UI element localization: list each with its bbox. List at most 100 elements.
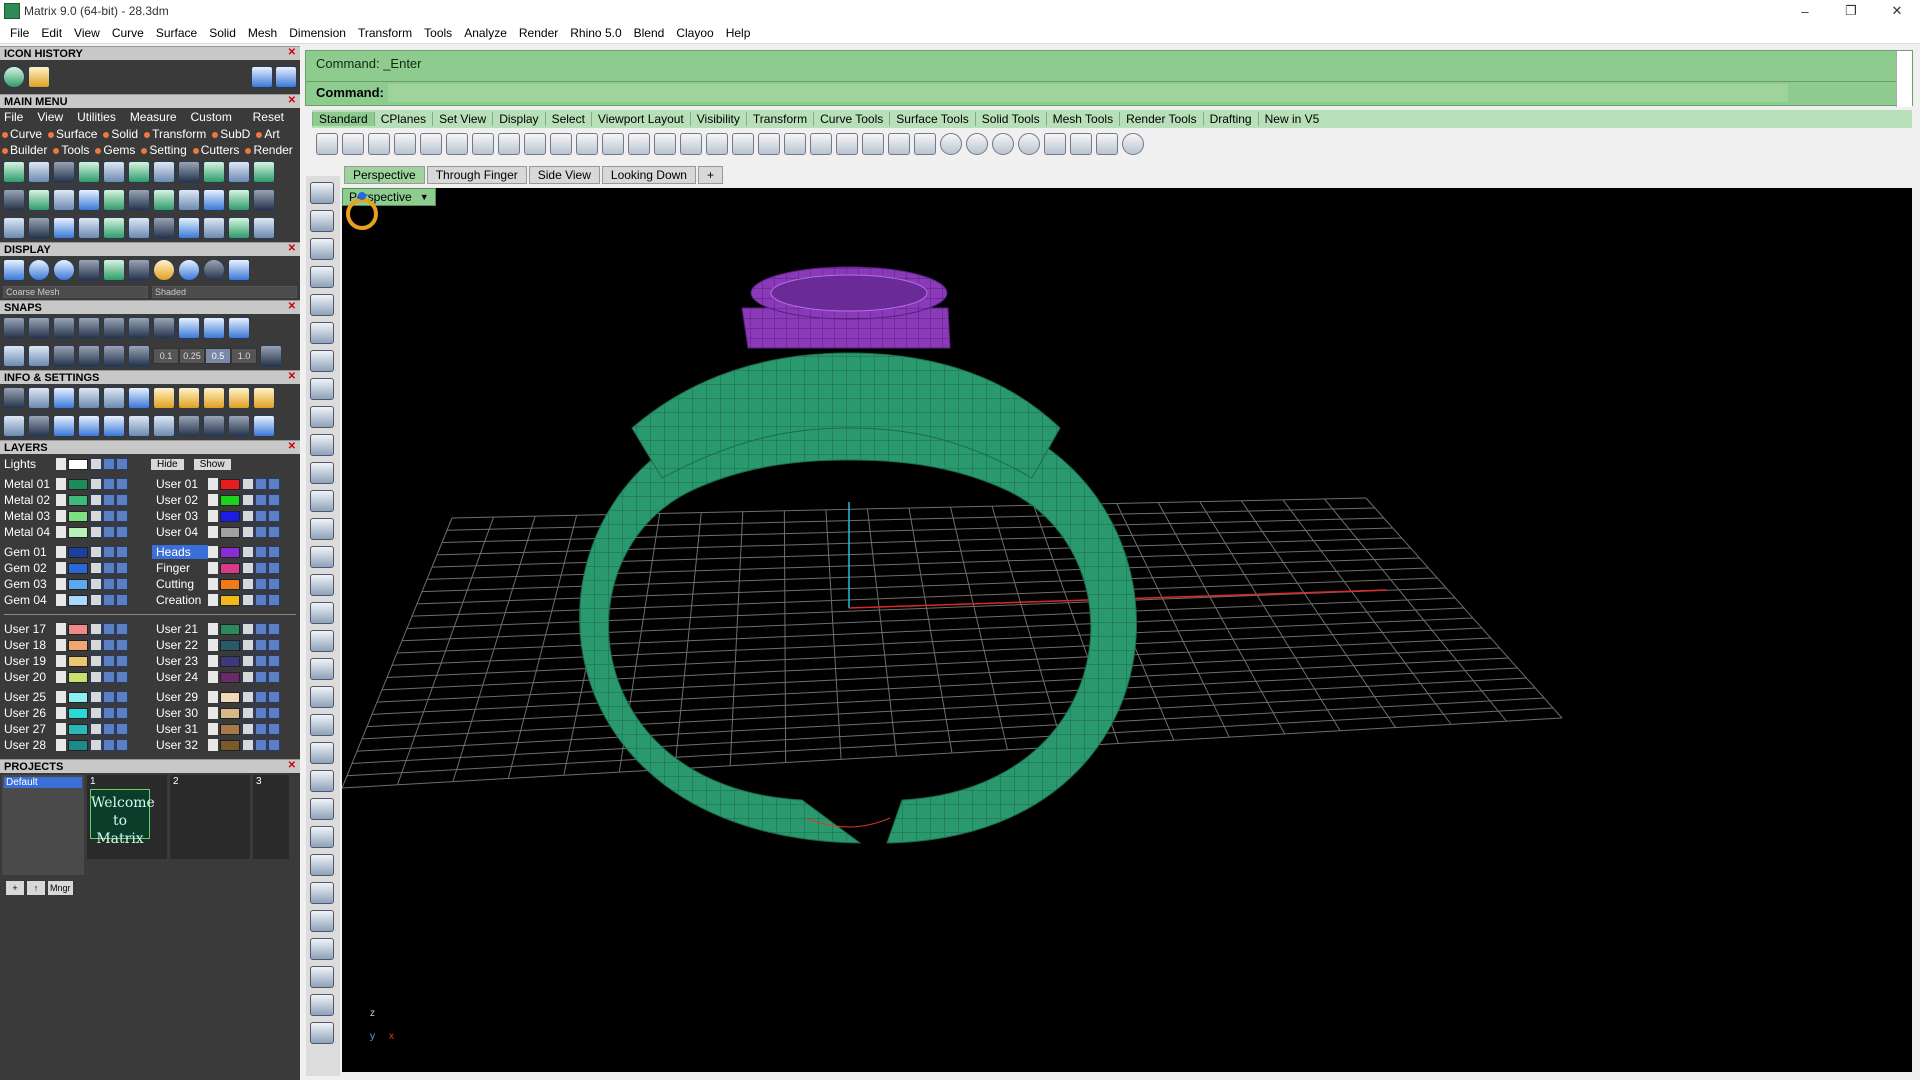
- visibility-icon[interactable]: [255, 639, 267, 651]
- lock-icon[interactable]: [242, 671, 254, 683]
- visibility-icon[interactable]: [116, 546, 128, 558]
- lock-icon[interactable]: [242, 494, 254, 506]
- manager-button[interactable]: Mngr: [48, 881, 73, 895]
- expand-icon[interactable]: [208, 594, 218, 606]
- visibility-icon[interactable]: [116, 478, 128, 490]
- main-menu-tools[interactable]: Tools: [53, 143, 89, 157]
- menu-solid[interactable]: Solid: [203, 26, 242, 40]
- visibility-icon[interactable]: [116, 639, 128, 651]
- tool-icon[interactable]: [78, 161, 100, 183]
- layer-color[interactable]: [68, 655, 88, 667]
- visibility-icon[interactable]: [255, 478, 267, 490]
- planar-icon[interactable]: [28, 345, 50, 367]
- tool-icon[interactable]: [53, 259, 75, 281]
- menu-clayoo[interactable]: Clayoo: [670, 26, 719, 40]
- visibility-icon[interactable]: [268, 546, 280, 558]
- move-icon[interactable]: [310, 686, 334, 708]
- toolbar-tab-display[interactable]: Display: [492, 112, 544, 126]
- tool-icon[interactable]: [78, 217, 100, 239]
- toolbar-tab-select[interactable]: Select: [544, 112, 591, 126]
- expand-icon[interactable]: [56, 458, 66, 470]
- expand-icon[interactable]: [56, 707, 66, 719]
- visibility-icon[interactable]: [255, 707, 267, 719]
- polyline-icon[interactable]: [310, 238, 334, 260]
- tool-icon[interactable]: [78, 317, 100, 339]
- command-scrollbar[interactable]: [1896, 51, 1912, 107]
- tool-icon[interactable]: [103, 317, 125, 339]
- toolbar-tab-visibility[interactable]: Visibility: [689, 112, 746, 126]
- layer-row[interactable]: User 18: [0, 637, 148, 653]
- lock-icon[interactable]: [242, 546, 254, 558]
- layer-name[interactable]: User 17: [0, 622, 56, 636]
- zoom-selected-icon[interactable]: [680, 133, 702, 155]
- project-thumbnail[interactable]: Welcome to Matrix: [90, 789, 155, 847]
- tool-icon[interactable]: [178, 189, 200, 211]
- visibility-icon[interactable]: [268, 691, 280, 703]
- menu-render[interactable]: Render: [513, 26, 564, 40]
- layer-color[interactable]: [68, 526, 88, 538]
- lock-icon[interactable]: [242, 707, 254, 719]
- visibility-icon[interactable]: [255, 494, 267, 506]
- toolbar-tab-solid-tools[interactable]: Solid Tools: [974, 112, 1046, 126]
- tool-icon[interactable]: [78, 387, 100, 409]
- visibility-icon[interactable]: [103, 510, 115, 522]
- layer-color[interactable]: [220, 494, 240, 506]
- curve-icon[interactable]: [310, 266, 334, 288]
- menu-tools[interactable]: Tools: [418, 26, 458, 40]
- toolbar-tab-set-view[interactable]: Set View: [432, 112, 492, 126]
- layer-name[interactable]: User 04: [152, 525, 208, 539]
- expand-icon[interactable]: [56, 623, 66, 635]
- main-menu-gems[interactable]: Gems: [95, 143, 135, 157]
- visibility-icon[interactable]: [103, 691, 115, 703]
- layer-row[interactable]: Finger: [152, 560, 300, 576]
- layer-name[interactable]: User 29: [152, 690, 208, 704]
- layer-name[interactable]: User 31: [152, 722, 208, 736]
- zoom-extents-icon[interactable]: [654, 133, 676, 155]
- visibility-icon[interactable]: [103, 526, 115, 538]
- layer-name[interactable]: User 20: [0, 670, 56, 684]
- tool-icon[interactable]: [3, 415, 25, 437]
- layer-color[interactable]: [220, 707, 240, 719]
- expand-icon[interactable]: [56, 739, 66, 751]
- expand-icon[interactable]: [208, 739, 218, 751]
- project-item[interactable]: Default: [4, 777, 82, 788]
- light-icon[interactable]: [862, 133, 884, 155]
- lock-icon[interactable]: [242, 594, 254, 606]
- layer-color[interactable]: [220, 639, 240, 651]
- visibility-icon[interactable]: [103, 639, 115, 651]
- close-icon[interactable]: ✕: [288, 95, 296, 106]
- box-icon[interactable]: [310, 518, 334, 540]
- layer-color[interactable]: [68, 594, 88, 606]
- maximize-button[interactable]: ❐: [1828, 0, 1874, 22]
- menu-transform[interactable]: Transform: [352, 26, 418, 40]
- layer-name[interactable]: Gem 02: [0, 561, 56, 575]
- lock-icon[interactable]: [90, 723, 102, 735]
- viewport-layout-icon[interactable]: [732, 133, 754, 155]
- layer-name[interactable]: Gem 03: [0, 577, 56, 591]
- perspective-viewport[interactable]: Perspective ▼ z yx: [342, 188, 1912, 1072]
- options-icon[interactable]: [1070, 133, 1092, 155]
- lock-icon[interactable]: [90, 671, 102, 683]
- layer-color[interactable]: [220, 594, 240, 606]
- layer-color[interactable]: [220, 655, 240, 667]
- import-icon[interactable]: [420, 133, 442, 155]
- hide-button[interactable]: Hide: [151, 458, 184, 470]
- layer-color[interactable]: [220, 546, 240, 558]
- layer-row[interactable]: User 30: [152, 705, 300, 721]
- layer-color[interactable]: [68, 578, 88, 590]
- tool-icon[interactable]: [53, 387, 75, 409]
- gem-icon[interactable]: [310, 630, 334, 652]
- chevron-down-icon[interactable]: ▼: [420, 192, 429, 202]
- copy-icon[interactable]: [472, 133, 494, 155]
- layer-color[interactable]: [68, 723, 88, 735]
- tool-icon[interactable]: [253, 189, 275, 211]
- fill-icon[interactable]: [310, 742, 334, 764]
- sphere-icon[interactable]: [1018, 133, 1040, 155]
- save-icon[interactable]: [368, 133, 390, 155]
- tool-icon[interactable]: [53, 189, 75, 211]
- expand-icon[interactable]: [56, 546, 66, 558]
- toolbar-tab-standard[interactable]: Standard: [312, 112, 374, 126]
- layer-name[interactable]: Metal 01: [0, 477, 56, 491]
- main-menu-render[interactable]: Render: [245, 143, 292, 157]
- layer-row[interactable]: User 32: [152, 737, 300, 753]
